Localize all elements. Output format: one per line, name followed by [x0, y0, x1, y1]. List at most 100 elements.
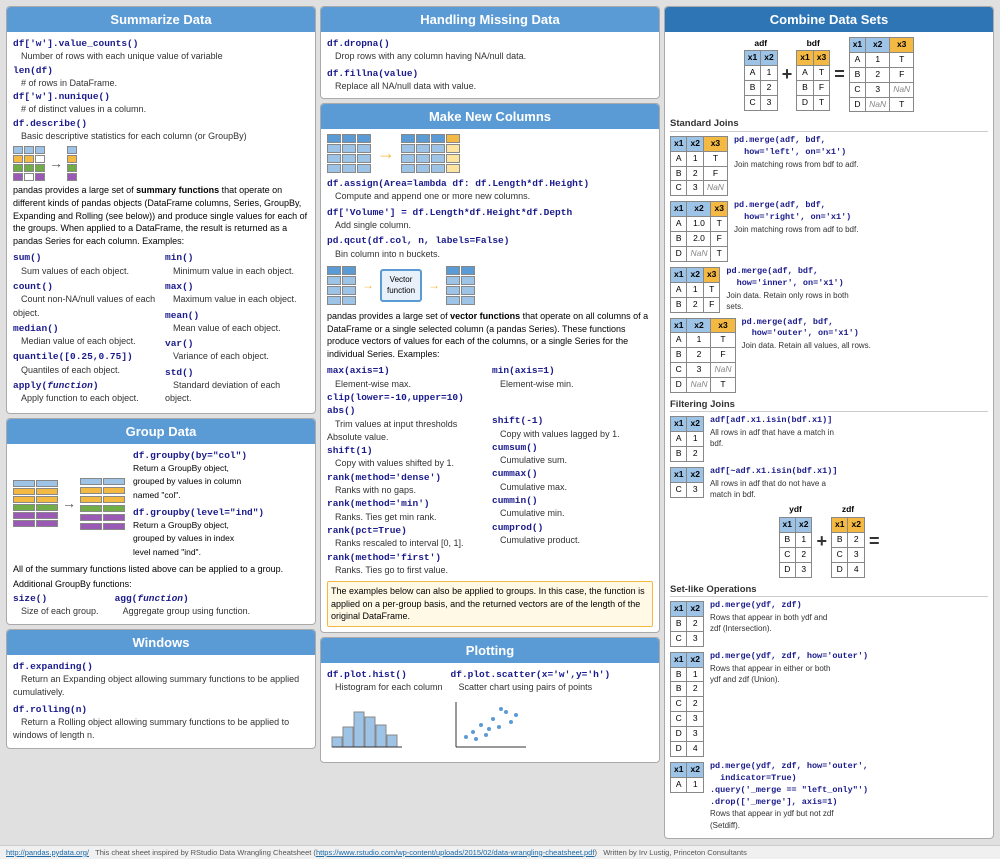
adf-label-container: adf x1x2 A1 B2 C3	[744, 38, 778, 112]
arrow-icon: →	[49, 154, 63, 174]
mnc-grid-illustration: →	[327, 134, 653, 173]
set-op-1-code: pd.merge(ydf, zdf) Rows that appear in b…	[710, 600, 840, 634]
missing-header: Handling Missing Data	[321, 7, 659, 32]
vector-grid-in	[327, 266, 356, 305]
standard-joins-label: Standard Joins	[670, 117, 988, 131]
filtering-joins-label: Filtering Joins	[670, 398, 988, 412]
vf-max: max(axis=1)Element-wise max.	[327, 364, 488, 391]
join-outer-tables: x1x2x3 A1T B2F C3NaN DNaNT	[670, 317, 736, 394]
set-op-3-tables: x1x2 A1	[670, 761, 704, 794]
agg-col-left: sum() Sum values of each object. count()…	[13, 251, 157, 407]
make-columns-section: Make New Columns	[320, 103, 660, 633]
agg-std: std() Standard deviation of each object.	[165, 366, 309, 406]
missing-body: df.dropna() Drop rows with any column ha…	[321, 32, 659, 98]
set-ops-container: ydf x1x2 B1 C2 D3 + zdf	[670, 504, 988, 831]
agg-sum: sum() Sum values of each object.	[13, 251, 157, 278]
join-right-tables: x1x2x3 A1.0T B2.0F DNaNT	[670, 200, 728, 263]
equals-sign-1: =	[834, 62, 845, 87]
summarize-item-1: df['w'].value_counts() Number of rows wi…	[13, 37, 309, 64]
group-header: Group Data	[7, 419, 315, 444]
windows-title: Windows	[133, 635, 190, 650]
plotting-header: Plotting	[321, 638, 659, 663]
bdf-label-container: bdf x1x3 AT BF DT	[796, 38, 830, 112]
set-op-3-row: x1x2 A1 pd.merge(ydf, zdf, how='outer', …	[670, 761, 988, 831]
agg-var: var() Variance of each object.	[165, 337, 309, 364]
join-left-code: pd.merge(adf, bdf, how='left', on='x1') …	[734, 135, 859, 170]
group-section: Group Data	[6, 418, 316, 625]
filter-join-2-code: adf[~adf.x1.isin(bdf.x1)] All rows in ad…	[710, 466, 840, 500]
join-outer-row: x1x2x3 A1T B2F C3NaN DNaNT pd.merge(adf,…	[670, 317, 988, 394]
desc-fillna: Replace all NA/null data with value.	[327, 81, 476, 91]
group-size: size() Size of each group.	[13, 592, 99, 619]
agg-apply: apply(function) Apply function to each o…	[13, 379, 157, 406]
join-left-row: x1x2x3 A1T B2F C3NaN pd.merge(adf, bdf, …	[670, 135, 988, 198]
vf-cumsum: cumsum()Cumulative sum.	[492, 441, 653, 468]
set-op-2-code: pd.merge(ydf, zdf, how='outer') Rows tha…	[710, 651, 868, 685]
desc-nunique: # of distinct values in a column.	[13, 104, 146, 114]
vector-functions-container: max(axis=1)Element-wise max. clip(lower=…	[327, 364, 653, 577]
vector-illustration: → Vectorfunction →	[327, 266, 653, 305]
vector-funcs-left: max(axis=1)Element-wise max. clip(lower=…	[327, 364, 488, 577]
plus-sign-2: +	[816, 529, 827, 554]
join-right-row: x1x2x3 A1.0T B2.0F DNaNT pd.merge(adf, b…	[670, 200, 988, 263]
mnc-before	[327, 134, 371, 173]
vector-function-box: Vectorfunction	[380, 269, 422, 301]
summarize-section: Summarize Data df['w'].value_counts() Nu…	[6, 6, 316, 414]
filter-join-1-tables: x1x2 A1 B2	[670, 415, 704, 463]
group-code-blocks: df.groupby(by="col") Return a GroupBy ob…	[133, 449, 264, 559]
windows-item-2: df.rolling(n) Return a Rolling object al…	[13, 703, 309, 743]
vector-text: pandas provides a large set of vector fu…	[327, 310, 653, 360]
footer-link-1[interactable]: http://pandas.pydata.org/	[6, 848, 89, 857]
summarize-title: Summarize Data	[110, 12, 211, 27]
equals-sign-2: =	[869, 529, 880, 554]
vf-cummin: cummin()Cumulative min.	[492, 494, 653, 521]
filter-join-2-tables: x1x2 C3	[670, 466, 704, 499]
summary-text: pandas provides a large set of summary f…	[13, 184, 309, 247]
group-agg: agg(function) Aggregate group using func…	[115, 592, 251, 619]
summarize-item-2: len(df) # of rows in DataFrame.	[13, 64, 309, 91]
set-op-1-row: x1x2 B2 C3 pd.merge(ydf, zdf) Rows that …	[670, 600, 988, 648]
desc-describe: Basic descriptive statistics for each co…	[13, 131, 247, 141]
summarize-header: Summarize Data	[7, 7, 315, 32]
code-value-counts: df['w'].value_counts()	[13, 38, 138, 49]
mnc-item-2: df['Volume'] = df.Length*df.Height*df.De…	[327, 206, 653, 233]
code-dropna: df.dropna()	[327, 38, 390, 49]
missing-item-1: df.dropna() Drop rows with any column ha…	[327, 37, 653, 64]
agg-col-right: min() Minimum value in each object. max(…	[165, 251, 309, 407]
group-additional-text: Additional GroupBy functions:	[13, 578, 309, 591]
agg-count: count() Count non-NA/null values of each…	[13, 280, 157, 320]
missing-section: Handling Missing Data df.dropna() Drop r…	[320, 6, 660, 99]
set-ops-label: Set-like Operations	[670, 583, 988, 597]
windows-item-1: df.expanding() Return an Expanding objec…	[13, 660, 309, 700]
adf-table: x1x2 A1 B2 C3	[744, 50, 778, 111]
join-inner-tables: x1x2x3 A1T B2F	[670, 266, 720, 314]
vector-grid-out	[446, 266, 475, 305]
vf-min: min(axis=1)Element-wise min.	[492, 364, 653, 391]
vf-cummax: cummax()Cumulative max.	[492, 467, 653, 494]
footer-author: Written by Irv Lustig, Princeton Consult…	[603, 848, 747, 857]
footer-bar: http://pandas.pydata.org/ This cheat she…	[0, 845, 1000, 859]
windows-header: Windows	[7, 630, 315, 655]
desc-len: # of rows in DataFrame.	[13, 78, 117, 88]
make-columns-header: Make New Columns	[321, 104, 659, 129]
filter-join-1-code: adf[adf.x1.isin(bdf.x1)] All rows in adf…	[710, 415, 840, 449]
join-right-code: pd.merge(adf, bdf, how='right', on='x1')…	[734, 200, 859, 235]
make-columns-title: Make New Columns	[429, 109, 551, 124]
combine-top-illustration: adf x1x2 A1 B2 C3 + bdf x1x3	[670, 36, 988, 113]
plotting-scatter: df.plot.scatter(x='w',y='h') Scatter cha…	[451, 668, 611, 757]
summarize-item-3: df['w'].nunique() # of distinct values i…	[13, 90, 309, 117]
mnc-item-1: df.assign(Area=lambda df: df.Length*df.H…	[327, 177, 653, 204]
combine-header: Combine Data Sets	[665, 7, 993, 32]
combine-section: Combine Data Sets adf x1x2 A1 B2 C3	[664, 6, 994, 839]
grid-after	[67, 146, 77, 181]
mnc-after	[401, 134, 460, 173]
set-op-2-row: x1x2 B1 B2 C2 C3 D3 D4 pd.merge(ydf, zdf…	[670, 651, 988, 758]
plotting-hist: df.plot.hist() Histogram for each column	[327, 668, 443, 757]
vf-rank-min: rank(method='min')Ranks. Ties get min ra…	[327, 497, 488, 524]
plus-sign-1: +	[782, 62, 793, 87]
agg-min: min() Minimum value in each object.	[165, 251, 309, 278]
footer-link-2[interactable]: https://www.rstudio.com/wp-content/uploa…	[316, 848, 595, 857]
group-extra-functions: size() Size of each group. agg(function)…	[13, 592, 309, 619]
vf-abs-spacer	[492, 401, 653, 414]
code-fillna: df.fillna(value)	[327, 68, 418, 79]
